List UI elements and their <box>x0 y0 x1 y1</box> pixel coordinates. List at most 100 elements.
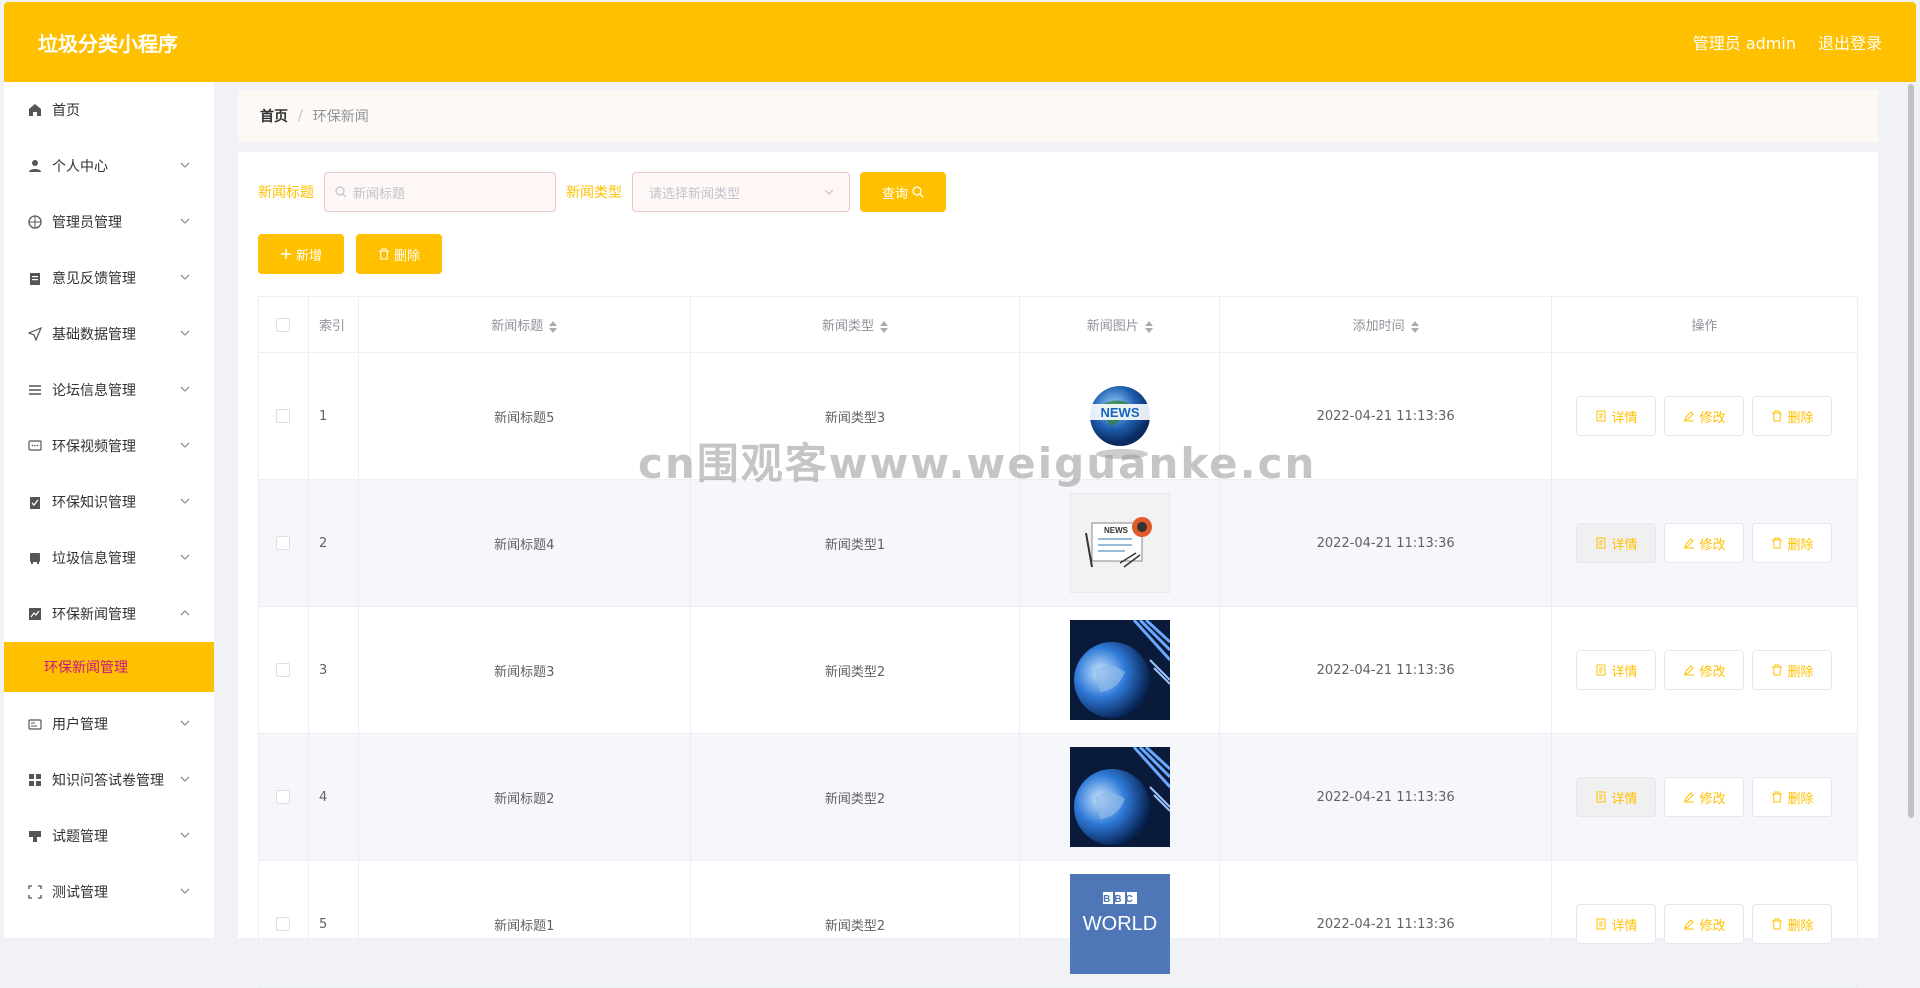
frame-icon <box>26 883 44 901</box>
header-title[interactable]: 新闻标题 <box>357 296 691 353</box>
header-ops: 操作 <box>1550 296 1859 353</box>
header-type[interactable]: 新闻类型 <box>689 296 1021 353</box>
cell-title: 新闻标题1 <box>357 860 691 988</box>
sidebar-item-label: 测试管理 <box>52 885 108 901</box>
sort-icon[interactable] <box>1410 320 1419 333</box>
newspaper-image: NEWS <box>1069 493 1170 593</box>
sidebar-item-news[interactable]: 环保新闻管理 <box>4 586 214 642</box>
sidebar-item-label: 意见反馈管理 <box>52 271 136 287</box>
detail-label: 详情 <box>1611 918 1638 934</box>
row-checkbox[interactable] <box>276 663 291 677</box>
sidebar-item-video[interactable]: 环保视频管理 <box>4 418 214 474</box>
sidebar-item-label: 首页 <box>52 103 80 119</box>
sidebar-item-home[interactable]: 首页 <box>4 82 214 138</box>
sidebar-item-admins[interactable]: 管理员管理 <box>4 194 214 250</box>
cell-ops: 详情 修改 删除 <box>1550 860 1859 988</box>
title-placeholder: 新闻标题 <box>353 186 406 202</box>
sort-icon[interactable] <box>549 320 558 333</box>
edit-button[interactable]: 修改 <box>1664 523 1745 563</box>
delete-button[interactable]: 删除 <box>1752 396 1833 436</box>
logout-link[interactable]: 退出登录 <box>1818 30 1882 54</box>
sort-icon[interactable] <box>879 320 888 333</box>
sidebar-item-label: 基础数据管理 <box>52 327 136 343</box>
sidebar-item-label: 管理员管理 <box>52 215 122 231</box>
sidebar-item-garbage[interactable]: 垃圾信息管理 <box>4 530 214 586</box>
row-checkbox[interactable] <box>276 536 291 550</box>
delete-button[interactable]: 删除 <box>1752 904 1833 944</box>
edit-button[interactable]: 修改 <box>1664 396 1745 436</box>
sidebar-item-label: 用户管理 <box>52 717 108 733</box>
row-checkbox[interactable] <box>276 917 291 931</box>
detail-button[interactable]: 详情 <box>1576 777 1657 817</box>
delete-label: 删除 <box>1787 791 1814 807</box>
edit-label: 修改 <box>1699 410 1726 426</box>
sidebar-item-users[interactable]: 用户管理 <box>4 696 214 752</box>
cell-image: NEWS <box>1019 352 1221 480</box>
sidebar-item-knowledge[interactable]: 环保知识管理 <box>4 474 214 530</box>
query-label: 查询 <box>881 186 908 202</box>
header-time[interactable]: 添加时间 <box>1219 296 1552 353</box>
document-icon <box>1596 791 1606 803</box>
delete-button[interactable]: 删除 <box>1752 650 1833 690</box>
detail-label: 详情 <box>1611 410 1638 426</box>
blue-globe-image <box>1069 620 1170 720</box>
sidebar-item-personal[interactable]: 个人中心 <box>4 138 214 194</box>
action-buttons: 新增 删除 <box>258 234 442 274</box>
edit-icon <box>1684 411 1695 422</box>
add-label: 新增 <box>295 248 322 264</box>
breadcrumb-home[interactable]: 首页 <box>260 106 288 126</box>
delete-button[interactable]: 删除 <box>1752 777 1833 817</box>
sidebar-item-quiz-papers[interactable]: 知识问答试卷管理 <box>4 752 214 808</box>
trash-icon <box>1772 664 1783 676</box>
select-all-checkbox[interactable] <box>276 317 291 332</box>
sidebar-subitem-news-management[interactable]: 环保新闻管理 <box>4 642 214 692</box>
sidebar-item-questions[interactable]: 试题管理 <box>4 808 214 864</box>
table-row: 5 新闻标题1 新闻类型2 BBC WORLD 2022-04-21 11:13… <box>258 860 1859 988</box>
type-label: 新闻类型 <box>566 185 622 201</box>
edit-button[interactable]: 修改 <box>1664 777 1745 817</box>
add-button[interactable]: 新增 <box>258 234 344 274</box>
sidebar-item-forum[interactable]: 论坛信息管理 <box>4 362 214 418</box>
header-image[interactable]: 新闻图片 <box>1019 296 1221 353</box>
breadcrumb: 首页 / 环保新闻 <box>238 90 1878 142</box>
sidebar-item-label: 论坛信息管理 <box>52 383 136 399</box>
chevron-down-icon <box>180 554 190 560</box>
trash-icon <box>1772 410 1783 422</box>
detail-button[interactable]: 详情 <box>1576 396 1657 436</box>
title-search-input[interactable]: 新闻标题 <box>324 172 556 212</box>
search-form: 新闻标题 新闻标题 新闻类型 请选择新闻类型 查询 <box>258 172 946 212</box>
cell-time: 2022-04-21 11:13:36 <box>1219 860 1552 988</box>
table-row: 2 新闻标题4 新闻类型1 NEWS 2022-04-21 11:13:36 详… <box>258 479 1859 607</box>
detail-button[interactable]: 详情 <box>1576 523 1657 563</box>
edit-button[interactable]: 修改 <box>1664 904 1745 944</box>
row-checkbox[interactable] <box>276 409 291 423</box>
globe-news-image: NEWS <box>1087 386 1152 459</box>
delete-button[interactable]: 删除 <box>1752 523 1833 563</box>
sort-icon[interactable] <box>1144 320 1153 333</box>
sidebar-item-basic-data[interactable]: 基础数据管理 <box>4 306 214 362</box>
query-button[interactable]: 查询 <box>860 172 946 212</box>
sidebar-item-feedback[interactable]: 意见反馈管理 <box>4 250 214 306</box>
vertical-scrollbar[interactable] <box>1908 84 1914 818</box>
select-all-cell[interactable] <box>258 296 309 353</box>
detail-button[interactable]: 详情 <box>1576 650 1657 690</box>
bbc-text: BBC <box>1103 894 1137 905</box>
admin-label: 管理员 admin <box>1692 34 1796 53</box>
detail-label: 详情 <box>1611 664 1638 680</box>
batch-delete-button[interactable]: 删除 <box>356 234 442 274</box>
cell-time: 2022-04-21 11:13:36 <box>1219 352 1552 480</box>
plus-icon <box>280 249 291 259</box>
type-select[interactable]: 请选择新闻类型 <box>632 172 850 212</box>
chevron-down-icon <box>180 442 190 448</box>
detail-button[interactable]: 详情 <box>1576 904 1657 944</box>
sidebar-item-tests[interactable]: 测试管理 <box>4 864 214 920</box>
cell-ops: 详情 修改 删除 <box>1550 352 1859 480</box>
row-checkbox[interactable] <box>276 790 291 804</box>
top-header: 垃圾分类小程序 管理员 admin 退出登录 <box>4 2 1916 82</box>
id-card-icon <box>26 715 44 733</box>
edit-label: 修改 <box>1699 537 1726 553</box>
edit-button[interactable]: 修改 <box>1664 650 1745 690</box>
delete-label: 删除 <box>1787 664 1814 680</box>
cell-ops: 详情 修改 删除 <box>1550 733 1859 861</box>
cell-type: 新闻类型2 <box>689 860 1021 988</box>
